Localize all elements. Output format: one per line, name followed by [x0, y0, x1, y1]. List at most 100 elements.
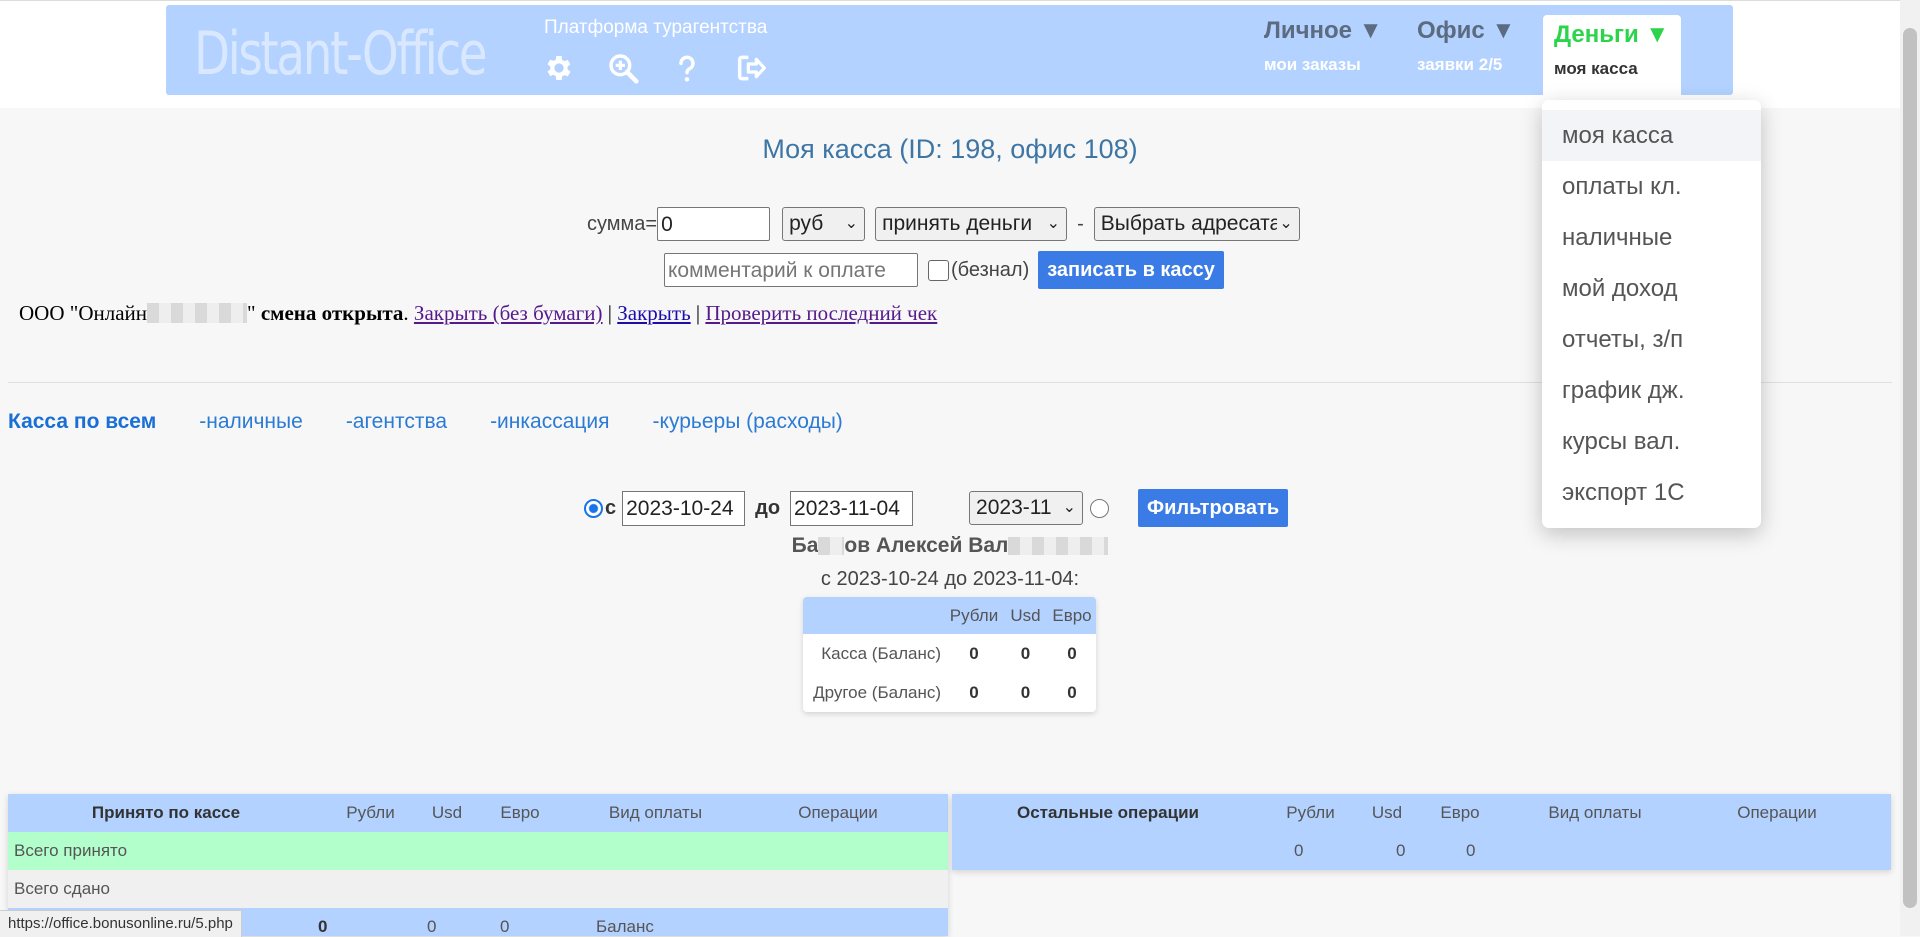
menu-money-title[interactable]: Деньги ▼ — [1554, 21, 1669, 49]
cell-eur: 0 — [1067, 643, 1077, 663]
menu-money[interactable]: Деньги ▼ моя касса — [1543, 15, 1682, 105]
menu-item-duty-schedule[interactable]: график дж. — [1542, 365, 1761, 416]
menu-office[interactable]: Офис ▼ заявки 2/5 — [1417, 17, 1515, 75]
table-header: Остальные операции Рубли Usd Евро Вид оп… — [952, 794, 1891, 832]
logo[interactable]: Distant-Office — [194, 19, 488, 89]
header-cell: Usd — [1371, 803, 1403, 822]
balance-summary-table: Рубли Usd Евро Касса (Баланс) 0 0 0 Друг… — [803, 597, 1096, 712]
month-value: 2023-11 — [976, 496, 1052, 519]
menu-item-client-payments[interactable]: оплаты кл. — [1542, 161, 1761, 212]
chevron-down-icon: ⌄ — [1277, 208, 1293, 240]
cashless-label: (безнал) — [951, 258, 1030, 281]
chevron-down-icon: ⌄ — [844, 215, 859, 232]
header-cell: Вид оплаты — [1548, 803, 1642, 822]
cashless-checkbox[interactable] — [928, 259, 949, 281]
shift-open-label: смена открыта — [260, 301, 404, 325]
menu-item-cash[interactable]: наличные — [1542, 212, 1761, 263]
date-from-input[interactable]: 2023-10-24 — [622, 490, 746, 526]
table-row: Касса (Баланс) 0 0 0 — [803, 634, 1096, 673]
table-row: Всего сдано — [8, 870, 948, 908]
close-link[interactable]: Закрыть — [617, 301, 690, 325]
chevron-down-icon: ⌄ — [1062, 499, 1077, 516]
header-cell: Операции — [798, 803, 878, 822]
cash-tabs: Касса по всем -наличные -агентства -инка… — [8, 410, 886, 434]
tab-collection[interactable]: -инкассация — [490, 410, 609, 434]
platform-label: Платформа турагентства — [544, 17, 768, 38]
menu-item-my-income[interactable]: мой доход — [1542, 263, 1761, 314]
action-select[interactable]: принять деньги ⌄ — [875, 207, 1068, 241]
link-status-bar: https://office.bonusonline.ru/5.php — [0, 910, 242, 937]
header-cell: Евро — [1052, 605, 1092, 625]
separator: | — [695, 301, 701, 325]
separator: | — [607, 301, 612, 325]
check-last-receipt-link[interactable]: Проверить последний чек — [705, 301, 937, 325]
currency-value: руб — [789, 212, 824, 235]
close-nopaper-link[interactable]: Закрыть (без бумаги) — [414, 301, 603, 325]
menu-item-reports[interactable]: отчеты, з/п — [1542, 314, 1761, 365]
range-radio[interactable] — [584, 498, 603, 518]
gear-icon[interactable] — [542, 51, 576, 85]
comment-input[interactable]: комментарий к оплате — [664, 253, 918, 287]
app-header: Distant-Office Платформа турагентства Ли… — [166, 5, 1733, 105]
header-cell: Рубли — [1286, 803, 1335, 822]
tab-agencies[interactable]: -агентства — [346, 410, 447, 434]
logout-icon[interactable] — [734, 51, 768, 85]
row-label: Всего принято — [14, 841, 128, 860]
menu-personal-title[interactable]: Личное ▼ — [1264, 17, 1382, 45]
menu-money-sub[interactable]: моя касса — [1554, 59, 1669, 79]
chevron-down-icon: ⌄ — [1046, 215, 1061, 232]
menu-item-export-1c[interactable]: экспорт 1С — [1542, 467, 1761, 518]
org-name-prefix: ООО "Онлайн — [19, 301, 147, 325]
org-name-suffix: " — [247, 301, 256, 325]
cell-eur: 0 — [1466, 841, 1476, 860]
cell-eur: 0 — [1067, 682, 1077, 702]
cell-usd: 0 — [1020, 643, 1031, 663]
redacted-block — [1008, 537, 1109, 555]
currency-select[interactable]: руб ⌄ — [782, 207, 866, 241]
payment-form-row: сумма= 0 руб ⌄ принять деньги ⌄ - Выбрать … — [587, 207, 1300, 241]
header-icons — [542, 51, 768, 85]
date-filter: с 2023-10-24 до 2023-11-04 2023-11 ⌄ Филь… — [584, 489, 1289, 527]
menu-personal[interactable]: Личное ▼ мои заказы — [1264, 17, 1382, 75]
dot: . — [403, 301, 409, 325]
other-operations-table: Остальные операции Рубли Usd Евро Вид оп… — [952, 794, 1891, 870]
scrollbar-thumb[interactable] — [1903, 28, 1917, 908]
menu-office-sub[interactable]: заявки 2/5 — [1417, 55, 1515, 75]
cell-rub: 0 — [969, 643, 979, 663]
sum-input[interactable]: 0 — [657, 207, 771, 241]
menu-item-my-cash[interactable]: моя касса — [1542, 110, 1761, 161]
filter-button[interactable]: Фильтровать — [1138, 489, 1289, 527]
header-cell: Остальные операции — [1017, 803, 1199, 822]
tab-couriers[interactable]: -курьеры (расходы) — [653, 410, 843, 434]
table-row: 0 0 0 — [952, 832, 1891, 870]
period-label: с 2023-10-24 до 2023-11-04: — [820, 568, 1080, 590]
submit-to-cash-button[interactable]: записать в кассу — [1038, 251, 1224, 289]
cell-rub: 0 — [1294, 841, 1304, 860]
tab-all-cash[interactable]: Касса по всем — [8, 410, 156, 434]
cell-usd: 0 — [1396, 841, 1406, 860]
cell-rub: 0 — [969, 682, 979, 702]
recipient-select[interactable]: Выбрать адресата ⌄ — [1093, 207, 1300, 241]
date-to-input[interactable]: 2023-11-04 — [790, 490, 914, 526]
redacted-block — [147, 303, 247, 323]
menu-item-exchange-rates[interactable]: курсы вал. — [1542, 416, 1761, 467]
tab-cash[interactable]: -наличные — [199, 410, 303, 434]
employee-name: Ба ов Алексей Вал — [0, 534, 1900, 558]
name-part: ов Алексей Вал — [844, 534, 1009, 557]
menu-office-title[interactable]: Офис ▼ — [1417, 17, 1515, 45]
header-cell: Принято по кассе — [91, 803, 241, 822]
month-select[interactable]: 2023-11 ⌄ — [969, 491, 1084, 525]
header-cell: Евро — [500, 803, 540, 822]
month-radio[interactable] — [1090, 498, 1110, 518]
table-row: Другое (Баланс) 0 0 0 — [803, 673, 1096, 712]
header-cell: Евро — [1440, 803, 1480, 822]
from-label: с — [605, 496, 617, 519]
table-row: Всего принято — [8, 832, 948, 870]
table-header: Рубли Usd Евро — [803, 597, 1096, 634]
table-header: Принято по кассе Рубли Usd Евро Вид опла… — [8, 794, 948, 832]
help-icon[interactable] — [670, 51, 704, 85]
dash-separator: - — [1077, 212, 1084, 235]
zoom-in-icon[interactable] — [606, 51, 640, 85]
menu-personal-sub[interactable]: мои заказы — [1264, 55, 1382, 75]
name-part: Ба — [791, 534, 819, 557]
